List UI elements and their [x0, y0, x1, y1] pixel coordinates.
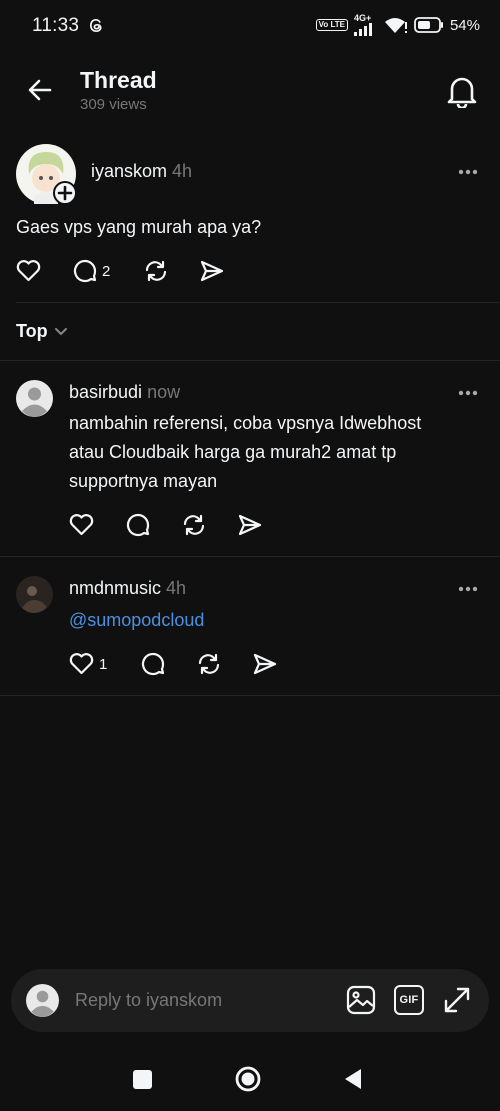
post-comment-button[interactable]: 2 [72, 258, 110, 284]
arrow-left-icon [28, 79, 52, 101]
reply-username[interactable]: basirbudi [69, 382, 142, 402]
reply-avatar[interactable] [16, 380, 53, 417]
status-time: 11:33 [32, 15, 80, 36]
comment-icon [141, 652, 165, 676]
reply-repost-button[interactable] [181, 512, 207, 538]
repost-icon [183, 514, 205, 536]
post-username[interactable]: iyanskom [91, 161, 167, 181]
post-text: Gaes vps yang murah apa ya? [16, 217, 262, 237]
notification-button[interactable] [446, 74, 478, 108]
reply-author[interactable]: basirbudi now [69, 382, 180, 403]
expand-button[interactable] [442, 985, 472, 1015]
reply-more-button[interactable] [458, 586, 478, 592]
back-nav-button[interactable] [343, 1068, 363, 1090]
page-title: Thread [80, 67, 157, 93]
send-icon [253, 653, 277, 675]
post-like-button[interactable] [16, 259, 41, 283]
expand-icon [444, 987, 470, 1013]
reply-comment-button[interactable] [125, 512, 151, 538]
post-repost-button[interactable] [143, 258, 169, 284]
divider [0, 695, 500, 696]
avatar [16, 576, 53, 613]
divider [16, 302, 500, 303]
gif-button[interactable]: GIF [394, 985, 424, 1015]
post-author[interactable]: iyanskom 4h [91, 161, 192, 182]
reply-like-button[interactable] [69, 513, 94, 537]
reply-text-line: atau Cloudbaik harga ga murah2 amat tp [69, 442, 397, 462]
gif-label: GIF [399, 994, 419, 1006]
heart-icon [16, 260, 41, 282]
more-horizontal-icon [458, 390, 478, 396]
threads-logo-icon [88, 17, 105, 34]
like-count: 1 [99, 655, 108, 673]
recents-button[interactable] [133, 1070, 152, 1089]
battery-percent: 54% [449, 16, 480, 34]
chevron-down-icon [54, 327, 67, 335]
reply-author[interactable]: nmdnmusic 4h [69, 578, 186, 599]
composer-avatar [26, 984, 59, 1017]
reply-more-button[interactable] [458, 390, 478, 396]
reply-time: 4h [166, 578, 187, 598]
reply-avatar[interactable] [16, 576, 53, 613]
default-avatar-icon [26, 984, 59, 1017]
reply-comment-button[interactable] [140, 651, 166, 677]
divider [0, 556, 500, 557]
default-avatar-icon [16, 380, 53, 417]
post-reply-count: 2 [102, 262, 111, 280]
view-count: 309 views [80, 96, 147, 113]
send-icon [238, 514, 262, 536]
status-bar: 11:33 Vo LTE 4G+ 54% [0, 0, 500, 52]
plus-icon [57, 185, 73, 201]
post-more-button[interactable] [458, 169, 478, 175]
reply-like-button[interactable]: 1 [69, 652, 107, 676]
reply-repost-button[interactable] [196, 651, 222, 677]
reply-text: nambahin referensi, coba vpsnya Idwebhos… [69, 409, 421, 496]
reply-username[interactable]: nmdnmusic [69, 578, 161, 598]
reply-share-button[interactable] [252, 651, 278, 677]
reply-text-line: supportnya mayan [69, 471, 218, 491]
post-author-avatar[interactable] [16, 144, 77, 205]
heart-icon [69, 653, 94, 675]
sort-label: Top [16, 321, 48, 341]
comment-icon [126, 513, 150, 537]
battery-icon [414, 17, 444, 33]
attach-image-button[interactable] [346, 985, 376, 1015]
follow-button[interactable] [53, 181, 77, 205]
post-time: 4h [172, 161, 193, 181]
repost-icon [198, 653, 220, 675]
cell-signal-icon: 4G+ [353, 13, 378, 36]
sort-dropdown[interactable]: Top [16, 321, 68, 342]
reply-input[interactable]: Reply to iyanskom [75, 990, 222, 1011]
more-horizontal-icon [458, 169, 478, 175]
wifi-icon [384, 16, 408, 34]
reply-text-line: nambahin referensi, coba vpsnya Idwebhos… [69, 413, 422, 433]
back-button[interactable] [26, 76, 54, 104]
reply-time: now [147, 382, 181, 402]
bell-icon [447, 77, 477, 108]
post-share-button[interactable] [199, 258, 225, 284]
image-icon [346, 985, 376, 1015]
triangle-back-icon [345, 1069, 361, 1089]
mention-link[interactable]: @sumopodcloud [69, 606, 204, 635]
comment-icon [73, 259, 97, 283]
send-icon [200, 260, 224, 282]
home-circle-icon [235, 1066, 261, 1092]
more-horizontal-icon [458, 586, 478, 592]
volte-icon: Vo LTE [315, 19, 348, 31]
reply-share-button[interactable] [237, 512, 263, 538]
home-button[interactable] [235, 1066, 261, 1092]
status-right: Vo LTE 4G+ 54% [315, 13, 480, 36]
heart-icon [69, 514, 94, 536]
repost-icon [145, 260, 167, 282]
divider [0, 360, 500, 361]
network-type: 4G+ [353, 13, 372, 23]
